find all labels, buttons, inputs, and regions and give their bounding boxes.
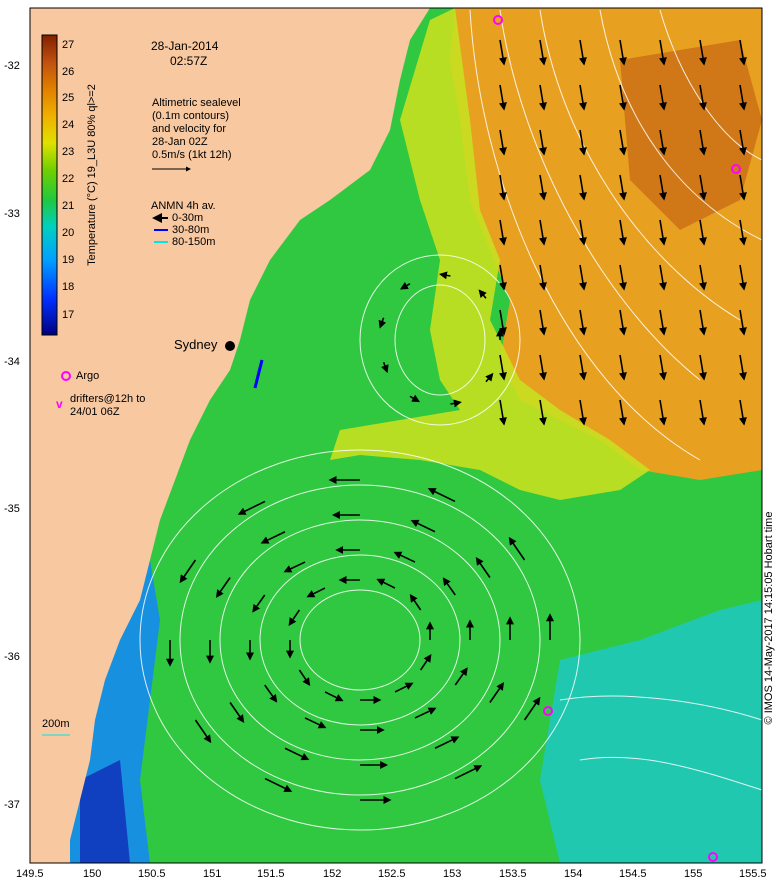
- lon-tick: 154.5: [619, 868, 647, 880]
- altimetry-note-line: 28-Jan 02Z: [152, 136, 208, 148]
- colorbar-tick: 22: [62, 173, 75, 185]
- colorbar-tick: 17: [62, 309, 75, 321]
- colorbar-tick: 26: [62, 66, 75, 78]
- argo-legend-label: Argo: [76, 370, 100, 382]
- lon-tick: 155.5: [739, 868, 767, 880]
- sydney-label: Sydney: [174, 337, 218, 352]
- colorbar-tick: 27: [62, 39, 75, 51]
- lat-tick: -35: [4, 503, 20, 515]
- map-time: 02:57Z: [170, 54, 208, 68]
- lon-tick: 153: [443, 868, 462, 880]
- colorbar: [41, 34, 58, 336]
- colorbar-tick: 20: [62, 227, 75, 239]
- colorbar-tick: 21: [62, 200, 75, 212]
- anmn-legend-label: 0-30m: [172, 212, 204, 224]
- map-date: 28-Jan-2014: [151, 39, 219, 53]
- imos-credit: © IMOS 14-May-2017 14:15:05 Hobart time: [763, 511, 775, 725]
- lon-tick: 152.5: [378, 868, 406, 880]
- altimetry-note-line: and velocity for: [152, 123, 226, 135]
- lat-tick: -33: [4, 208, 20, 220]
- altimetry-note-line: (0.1m contours): [152, 110, 230, 122]
- lon-tick: 151.5: [257, 868, 285, 880]
- lon-tick: 152: [323, 868, 342, 880]
- anmn-title: ANMN 4h av.: [151, 200, 216, 212]
- colorbar-tick: 18: [62, 281, 75, 293]
- lat-tick: -32: [4, 60, 20, 72]
- lon-tick: 151: [203, 868, 222, 880]
- lon-tick: 150: [83, 868, 102, 880]
- lon-tick: 155: [684, 868, 703, 880]
- lat-tick: -36: [4, 651, 20, 663]
- lon-tick: 150.5: [138, 868, 166, 880]
- lat-tick: -34: [4, 356, 20, 368]
- altimetry-note-line: Altimetric sealevel: [152, 97, 241, 109]
- colorbar-tick: 24: [62, 119, 75, 131]
- contour-200m-label: 200m: [42, 718, 70, 730]
- lon-tick: 149.5: [16, 868, 44, 880]
- lon-tick: 154: [564, 868, 583, 880]
- colorbar-title: Temperature (°C) 19_L3U 80% ql>=2: [86, 84, 98, 266]
- sst-map: [29, 7, 763, 864]
- colorbar-tick: 19: [62, 254, 75, 266]
- drifter-legend-icon: v: [56, 397, 63, 411]
- drifter-legend-label: 24/01 06Z: [70, 406, 120, 418]
- anmn-legend-label: 80-150m: [172, 236, 216, 248]
- lat-tick: -37: [4, 799, 20, 811]
- colorbar-tick: 25: [62, 92, 75, 104]
- altimetry-note-line: 0.5m/s (1kt 12h): [152, 149, 232, 161]
- lon-tick: 153.5: [499, 868, 527, 880]
- colorbar-tick: 23: [62, 146, 75, 158]
- anmn-legend-label: 30-80m: [172, 224, 210, 236]
- drifter-legend-label: drifters@12h to: [70, 393, 146, 405]
- sydney-marker: [225, 341, 235, 351]
